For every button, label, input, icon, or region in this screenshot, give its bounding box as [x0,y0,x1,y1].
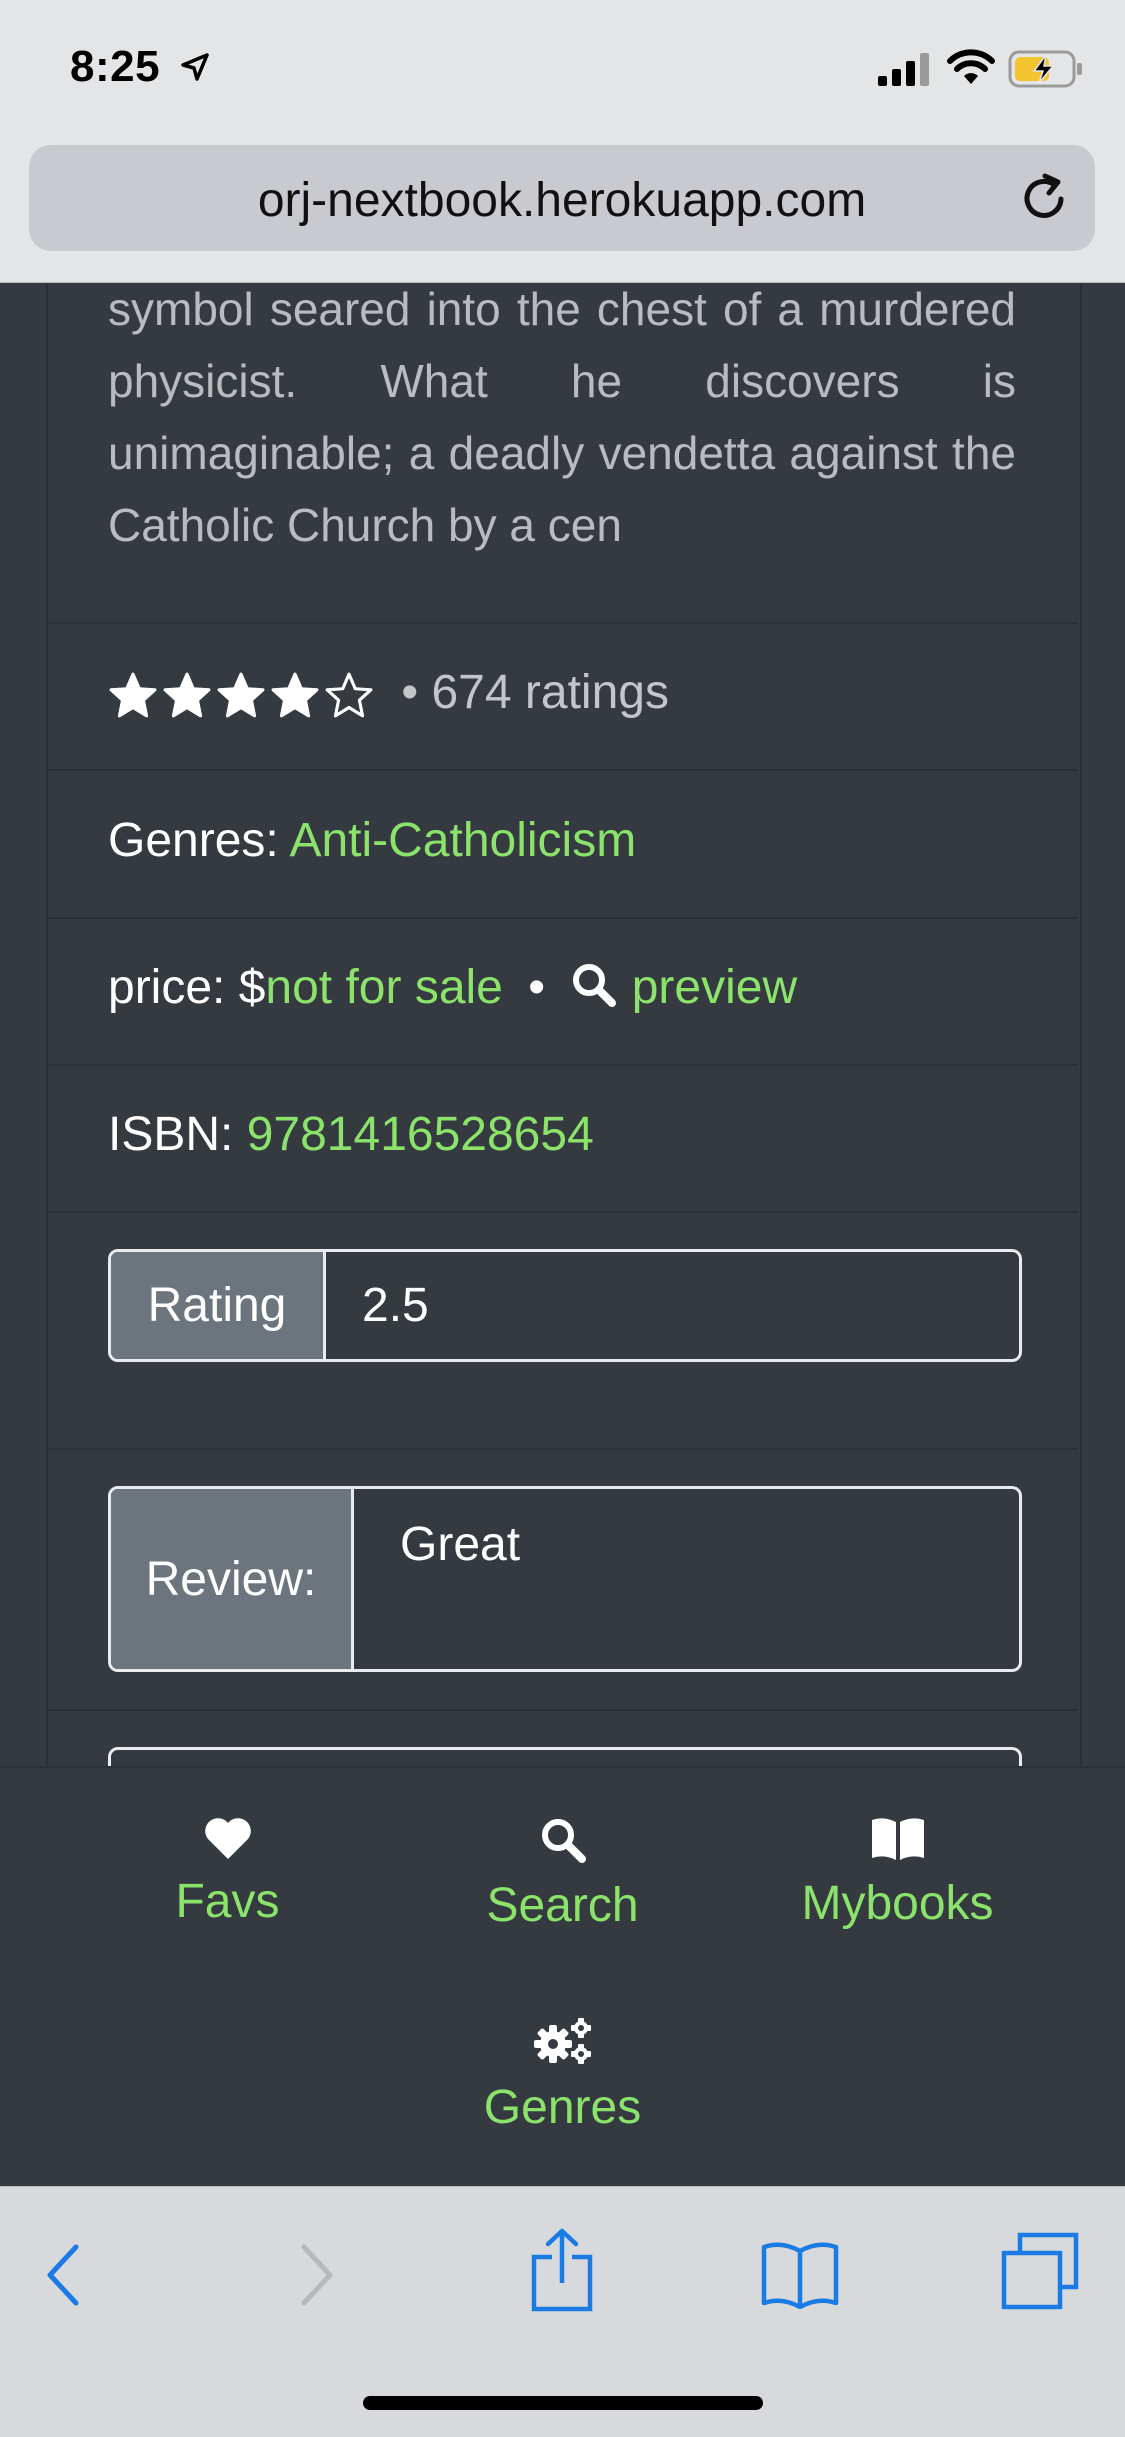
wifi-icon [947,49,995,84]
star-filled-icon [271,672,319,718]
star-filled-icon [109,672,157,718]
book-description: symbol seared into the chest of a murder… [108,283,1016,551]
forward-icon[interactable] [296,2243,336,2307]
review-label: Review: [111,1489,354,1669]
cellular-signal-icon [878,53,929,86]
nav-mybooks[interactable]: Mybooks [785,1816,1010,1931]
nav-genres[interactable]: Genres [470,2016,655,2135]
reload-icon[interactable] [1015,169,1073,227]
nav-mybooks-label: Mybooks [801,1877,994,1930]
bookmarks-icon[interactable] [760,2239,840,2309]
price-row: price: $not for sale • preview [108,960,797,1015]
heart-icon [204,1818,251,1859]
book-detail-content: symbol seared into the chest of a murder… [0,283,1125,1766]
location-arrow-icon [181,53,209,81]
divider [46,1211,1078,1213]
rating-row: • 674 ratings [108,665,669,720]
status-time: 8:25 [70,42,161,91]
back-icon[interactable] [44,2243,84,2307]
address-bar[interactable]: orj-nextbook.herokuapp.com [29,145,1095,251]
price-value: not for sale [265,961,503,1014]
nav-favs[interactable]: Favs [150,1816,305,1929]
review-textarea[interactable]: Great [354,1489,520,1669]
rating-input-group: Rating 2.5 [108,1249,1022,1362]
cogs-icon [533,2018,591,2064]
next-input-group[interactable] [108,1747,1022,1766]
ratings-count: • 674 ratings [401,666,669,719]
address-bar-area: orj-nextbook.herokuapp.com [0,142,1125,283]
search-icon[interactable] [570,961,618,1009]
tabs-icon[interactable] [1000,2231,1080,2311]
star-filled-icon [217,672,265,718]
search-icon [541,1819,586,1863]
share-icon[interactable] [530,2227,594,2313]
url-text: orj-nextbook.herokuapp.com [257,174,867,227]
divider [46,1064,1078,1066]
app-bottom-nav: Favs Search Mybooks Genres [0,1766,1125,2188]
star-rating [108,671,374,719]
home-indicator[interactable] [363,2396,763,2410]
nav-search[interactable]: Search [470,1816,655,1933]
separator: • [528,961,546,1014]
rating-label: Rating [111,1252,326,1359]
star-filled-icon [163,672,211,718]
nav-favs-label: Favs [175,1875,280,1928]
star-empty-icon [325,672,373,718]
genres-row: Genres: Anti-Catholicism [108,813,636,868]
divider [46,622,1078,624]
isbn-row: ISBN: 9781416528654 [108,1107,594,1162]
battery-charging-icon [1008,50,1082,88]
preview-link[interactable]: preview [632,961,797,1014]
divider [46,917,1078,919]
genre-link[interactable]: Anti-Catholicism [289,814,636,867]
genres-label: Genres: [108,814,279,867]
review-input-group: Review: Great [108,1486,1022,1672]
nav-search-label: Search [486,1879,639,1932]
divider [46,1448,1078,1450]
price-label: price: $ [108,961,266,1014]
book-open-icon [871,1818,924,1860]
status-bar: 8:25 [0,0,1125,142]
isbn-value[interactable]: 9781416528654 [247,1108,594,1161]
divider [46,1709,1078,1711]
isbn-label: ISBN: [108,1108,234,1161]
divider [46,769,1078,771]
rating-input[interactable]: 2.5 [326,1252,429,1359]
nav-genres-label: Genres [483,2081,642,2134]
